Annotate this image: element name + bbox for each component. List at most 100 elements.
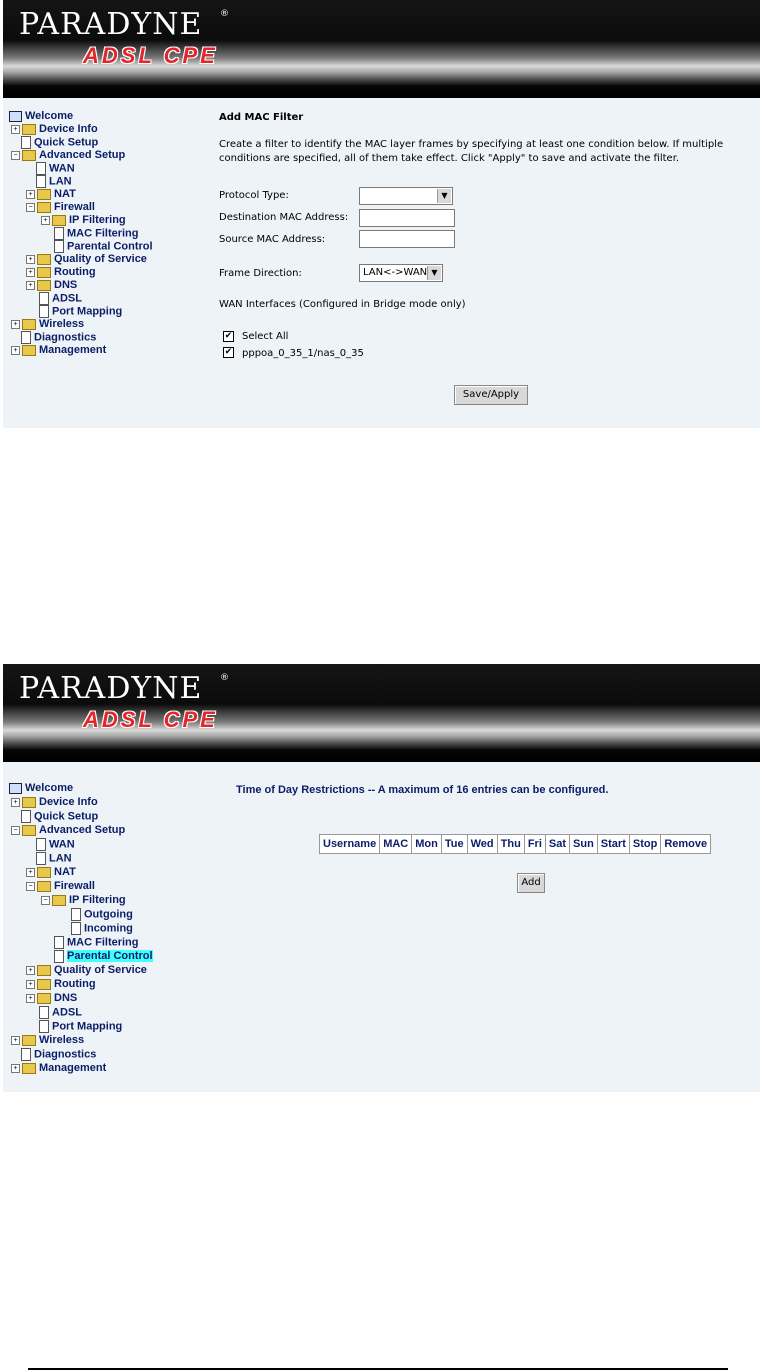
- folder-icon: [22, 1034, 36, 1046]
- nav-qos[interactable]: + Quality of Service: [26, 964, 147, 977]
- select-all-checkbox[interactable]: ✔: [223, 331, 234, 342]
- folder-open-icon: [37, 201, 51, 213]
- nav-mac-filtering[interactable]: MAC Filtering: [54, 227, 139, 240]
- page-icon: [54, 950, 64, 963]
- collapse-icon[interactable]: −: [41, 895, 50, 905]
- expand-icon[interactable]: +: [26, 867, 35, 877]
- page-icon: [36, 175, 46, 188]
- folder-icon: [22, 796, 36, 808]
- collapse-icon[interactable]: −: [26, 881, 35, 891]
- nav-ip-filtering[interactable]: + IP Filtering: [41, 214, 126, 227]
- protocol-type-select[interactable]: ▼: [359, 187, 453, 205]
- page-icon: [36, 838, 46, 851]
- nav-lan[interactable]: LAN: [36, 175, 72, 188]
- interface-label: pppoa_0_35_1/nas_0_35: [242, 348, 364, 359]
- folder-icon: [37, 266, 51, 278]
- collapse-icon[interactable]: −: [11, 825, 20, 835]
- expand-icon[interactable]: +: [11, 124, 20, 134]
- screenshot-add-mac-filter: PARADYNE ® ADSL CPE Welcome + Device Info…: [3, 0, 760, 428]
- nav-management[interactable]: + Management: [11, 344, 106, 357]
- nav-adsl[interactable]: ADSL: [39, 292, 82, 305]
- expand-icon[interactable]: +: [11, 1035, 20, 1045]
- nav-diagnostics[interactable]: Diagnostics: [21, 1048, 96, 1061]
- registered-mark: ®: [220, 673, 229, 683]
- main-panel: Add MAC Filter Create a filter to identi…: [219, 98, 754, 428]
- expand-icon[interactable]: +: [26, 254, 35, 264]
- nav-wan[interactable]: WAN: [36, 162, 75, 175]
- column-header: Remove: [660, 834, 712, 854]
- source-mac-label: Source MAC Address:: [219, 234, 326, 245]
- expand-icon[interactable]: +: [26, 979, 35, 989]
- expand-icon[interactable]: +: [11, 1063, 20, 1073]
- expand-icon[interactable]: +: [26, 267, 35, 277]
- folder-icon: [22, 1062, 36, 1074]
- expand-icon[interactable]: +: [26, 993, 35, 1003]
- destination-mac-input[interactable]: [359, 209, 455, 227]
- collapse-icon[interactable]: −: [11, 150, 20, 160]
- nav-diagnostics[interactable]: Diagnostics: [21, 331, 96, 344]
- nav-dns[interactable]: + DNS: [26, 992, 77, 1005]
- folder-open-icon: [37, 880, 51, 892]
- nav-welcome[interactable]: Welcome: [9, 110, 73, 123]
- page-icon: [21, 810, 31, 823]
- nav-management[interactable]: + Management: [11, 1062, 106, 1075]
- nav-dns[interactable]: + DNS: [26, 279, 77, 292]
- nav-wan[interactable]: WAN: [36, 838, 75, 851]
- expand-icon[interactable]: +: [26, 280, 35, 290]
- nav-firewall[interactable]: − Firewall: [26, 201, 95, 214]
- nav-quick-setup[interactable]: Quick Setup: [21, 810, 98, 823]
- column-header: MAC: [379, 834, 413, 854]
- nav-qos[interactable]: + Quality of Service: [26, 253, 147, 266]
- nav-lan[interactable]: LAN: [36, 852, 72, 865]
- nav-firewall[interactable]: − Firewall: [26, 880, 95, 893]
- folder-icon: [37, 964, 51, 976]
- save-apply-button[interactable]: Save/Apply: [454, 385, 528, 405]
- column-header: Tue: [440, 834, 468, 854]
- nav-nat[interactable]: + NAT: [26, 188, 76, 201]
- interface-checkbox[interactable]: ✔: [223, 347, 234, 358]
- nav-advanced-setup[interactable]: − Advanced Setup: [11, 824, 125, 837]
- chevron-down-icon: ▼: [427, 266, 441, 280]
- folder-icon: [37, 279, 51, 291]
- nav-nat[interactable]: + NAT: [26, 866, 76, 879]
- source-mac-input[interactable]: [359, 230, 455, 248]
- expand-icon[interactable]: +: [11, 345, 20, 355]
- nav-routing[interactable]: + Routing: [26, 978, 96, 991]
- nav-mac-filtering[interactable]: MAC Filtering: [54, 936, 139, 949]
- nav-incoming[interactable]: Incoming: [71, 922, 133, 935]
- folder-icon: [37, 253, 51, 265]
- collapse-icon[interactable]: −: [26, 202, 35, 212]
- folder-icon: [37, 188, 51, 200]
- nav-device-info[interactable]: + Device Info: [11, 123, 98, 136]
- nav-parental-control[interactable]: Parental Control: [54, 950, 153, 963]
- nav-advanced-setup[interactable]: − Advanced Setup: [11, 149, 125, 162]
- nav-adsl[interactable]: ADSL: [39, 1006, 82, 1019]
- expand-icon[interactable]: +: [26, 189, 35, 199]
- nav-port-mapping[interactable]: Port Mapping: [39, 305, 122, 318]
- page-title: Time of Day Restrictions -- A maximum of…: [236, 784, 609, 796]
- page-icon: [39, 292, 49, 305]
- expand-icon[interactable]: +: [41, 215, 50, 225]
- frame-direction-select[interactable]: LAN<->WAN ▼: [359, 264, 443, 282]
- nav-quick-setup[interactable]: Quick Setup: [21, 136, 98, 149]
- expand-icon[interactable]: +: [26, 965, 35, 975]
- folder-icon: [22, 123, 36, 135]
- nav-welcome[interactable]: Welcome: [9, 782, 73, 795]
- page-icon: [54, 240, 64, 253]
- computer-icon: [9, 110, 22, 122]
- nav-outgoing[interactable]: Outgoing: [71, 908, 133, 921]
- nav-parental-control[interactable]: Parental Control: [54, 240, 153, 253]
- add-button[interactable]: Add: [517, 873, 545, 893]
- column-header: Fri: [523, 834, 546, 854]
- expand-icon[interactable]: +: [11, 797, 20, 807]
- nav-wireless[interactable]: + Wireless: [11, 1034, 84, 1047]
- expand-icon[interactable]: +: [11, 319, 20, 329]
- page-icon: [21, 331, 31, 344]
- nav-wireless[interactable]: + Wireless: [11, 318, 84, 331]
- protocol-type-label: Protocol Type:: [219, 190, 289, 201]
- page-icon: [39, 1020, 49, 1033]
- nav-ip-filtering[interactable]: − IP Filtering: [41, 894, 126, 907]
- nav-port-mapping[interactable]: Port Mapping: [39, 1020, 122, 1033]
- nav-routing[interactable]: + Routing: [26, 266, 96, 279]
- nav-device-info[interactable]: + Device Info: [11, 796, 98, 809]
